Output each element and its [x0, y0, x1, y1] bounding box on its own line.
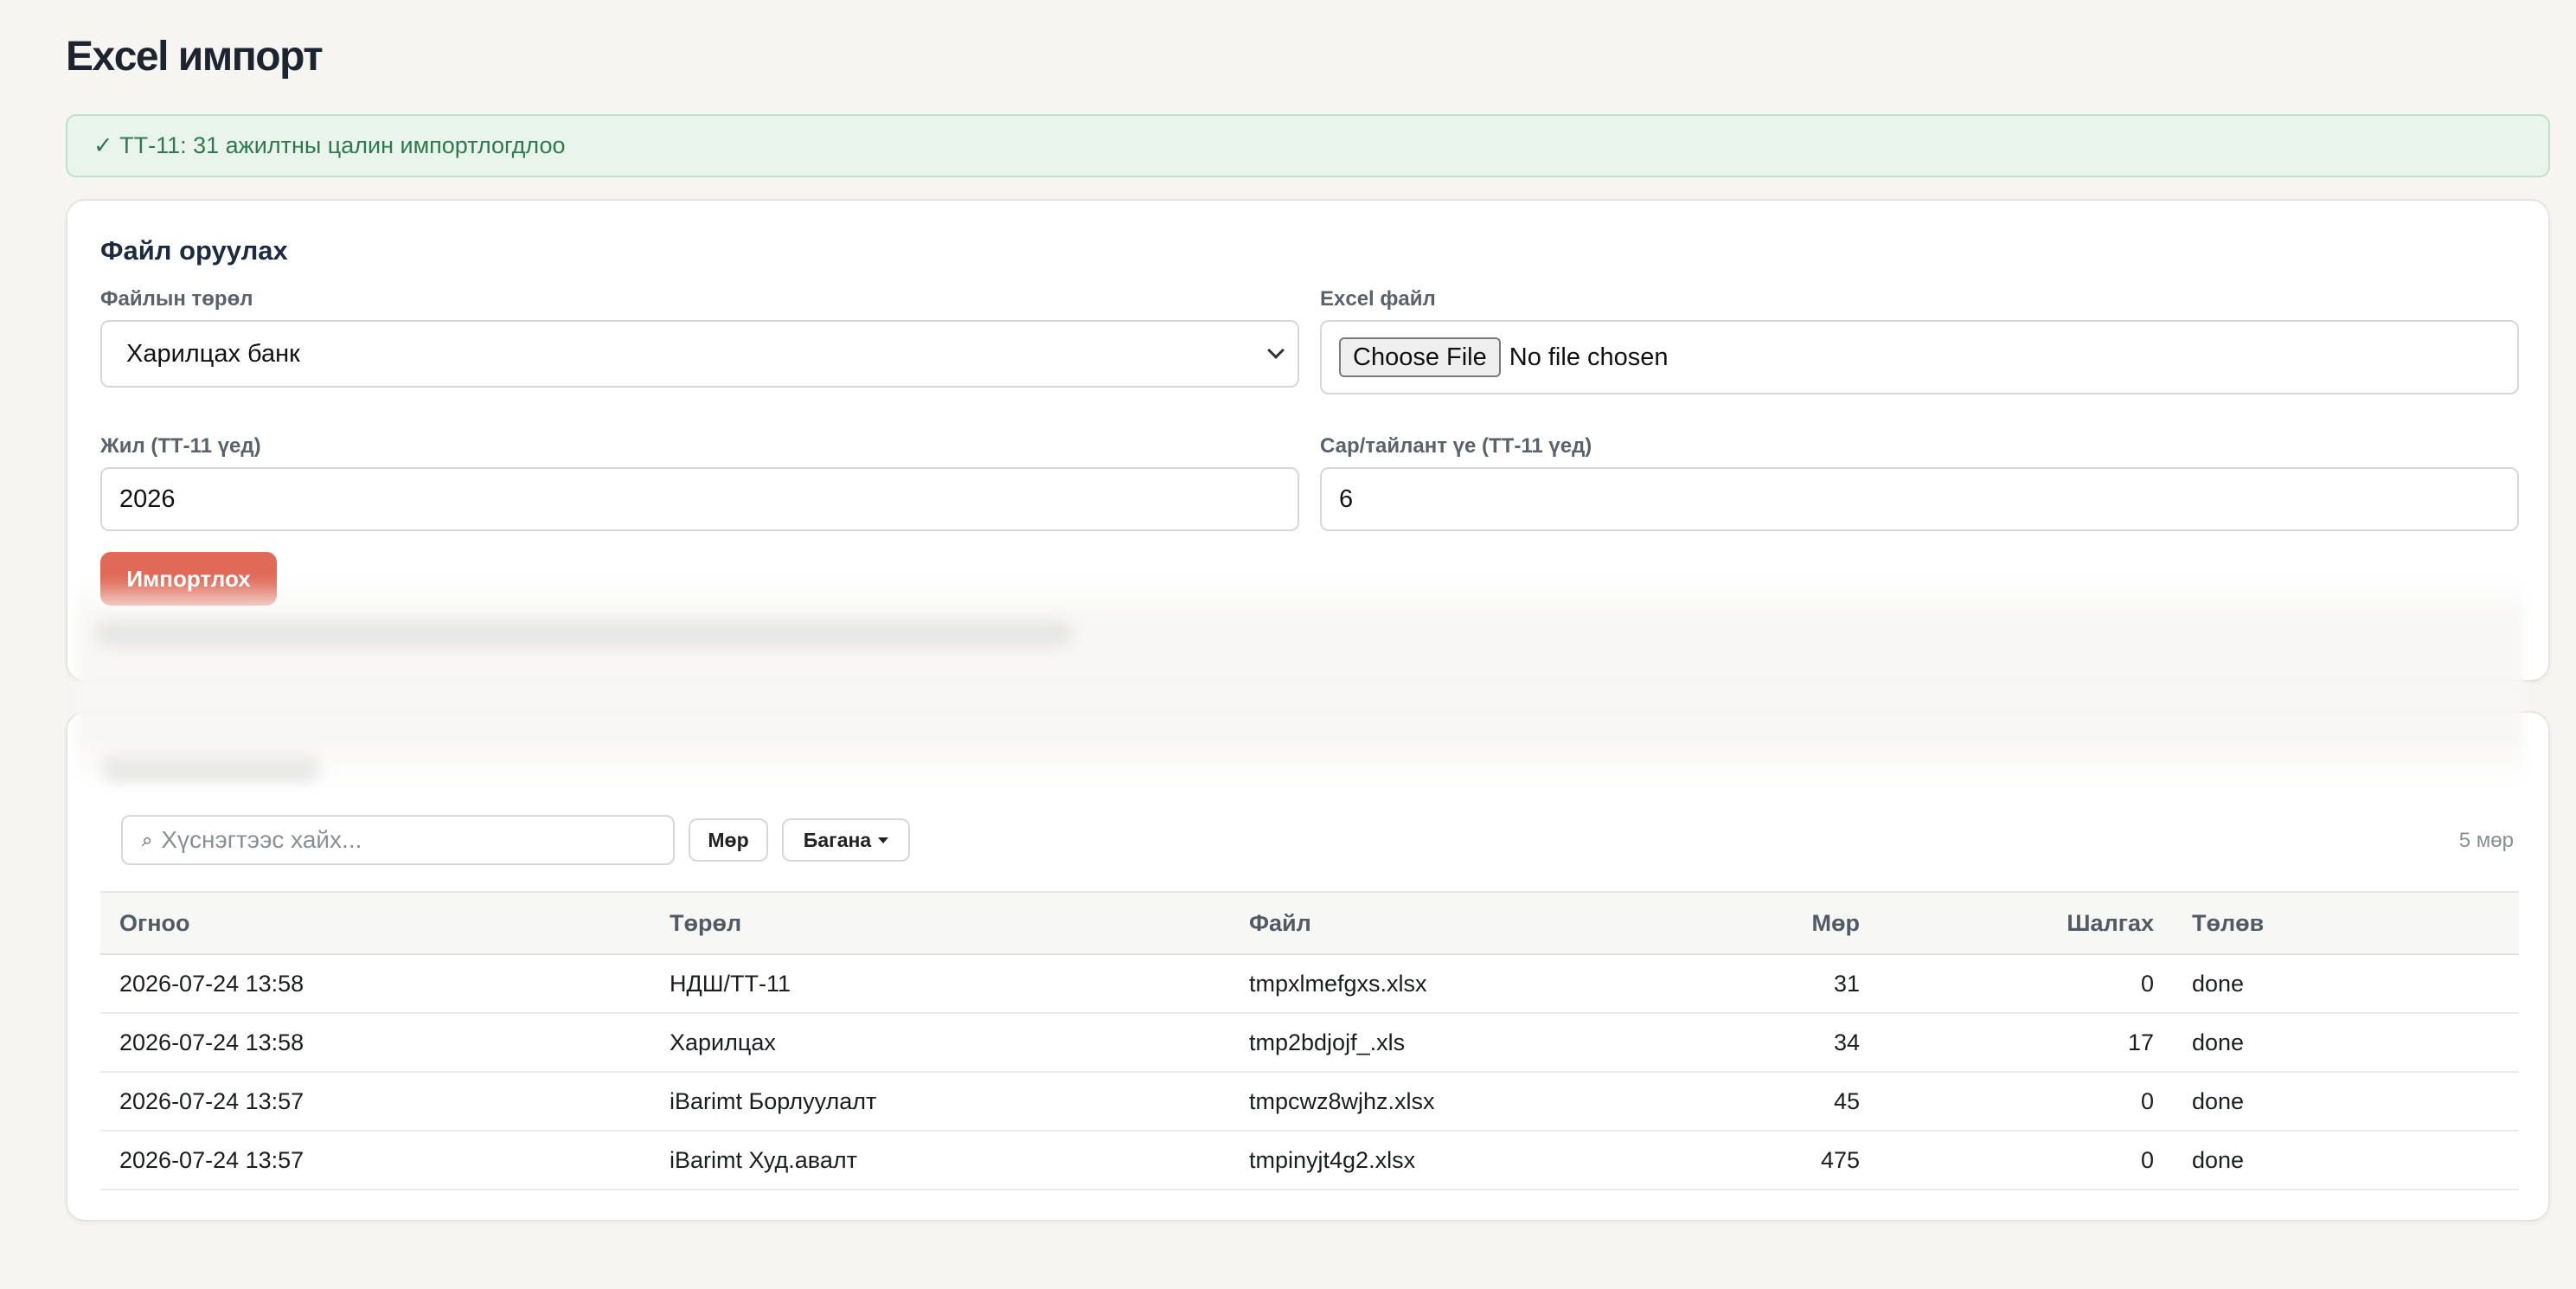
month-label: Сар/тайлант үе (ТТ-11 үед) [1320, 434, 1592, 458]
column-header-check[interactable]: Шалгах [1879, 891, 2173, 955]
columns-button[interactable]: Багана [782, 818, 910, 862]
cell-date: 2026-07-24 13:57 [100, 1131, 650, 1190]
caret-down-icon [878, 837, 889, 843]
search-icon: ⌕ [142, 829, 153, 850]
success-alert: ✓ ТТ-11: 31 ажилтны цалин импортлогдлоо [66, 114, 2550, 177]
import-history-table: Огноо Төрөл Файл Мөр Шалгах Төлөв 2026-0… [100, 891, 2519, 1190]
cell-rows: 34 [1749, 1013, 1879, 1073]
table-row[interactable]: 2026-07-24 13:57 iBarimt Борлуулалт tmpc… [100, 1072, 2519, 1132]
rows-button[interactable]: Мөр [689, 818, 768, 862]
cell-rows: 45 [1749, 1072, 1879, 1132]
table-row[interactable]: 2026-07-24 13:58 НДШ/ТТ-11 tmpxlmefgxs.x… [100, 954, 2519, 1014]
chevron-down-icon [1267, 342, 1285, 359]
search-input[interactable]: ⌕ Хүснэгтээс хайх... [121, 815, 675, 865]
blurred-text [95, 621, 1073, 647]
cell-check: 17 [1879, 1013, 2173, 1073]
blurred-region [76, 578, 2524, 786]
cell-check: 0 [1879, 1072, 2173, 1132]
cell-type: НДШ/ТТ-11 [650, 954, 1230, 1014]
month-input[interactable]: 6 [1320, 467, 2519, 531]
cell-date: 2026-07-24 13:57 [100, 1072, 650, 1132]
cell-file: tmpxlmefgxs.xlsx [1230, 954, 1749, 1014]
excel-file-label: Excel файл [1320, 287, 1436, 311]
page-title: Excel импорт [66, 34, 324, 80]
cell-rows: 31 [1749, 954, 1879, 1014]
table-row[interactable]: 2026-07-24 13:57 iBarimt Худ.авалт tmpin… [100, 1131, 2519, 1190]
excel-file-input[interactable]: Choose File No file chosen [1320, 320, 2519, 394]
rows-button-label: Мөр [708, 828, 749, 851]
cell-status: done [2173, 1072, 2519, 1132]
file-type-value: Харилцах банк [126, 339, 300, 368]
column-header-file[interactable]: Файл [1230, 891, 1749, 955]
column-header-status[interactable]: Төлөв [2173, 891, 2519, 955]
cell-date: 2026-07-24 13:58 [100, 1013, 650, 1073]
file-type-label: Файлын төрөл [100, 287, 253, 311]
cell-date: 2026-07-24 13:58 [100, 954, 650, 1014]
table-header-row: Огноо Төрөл Файл Мөр Шалгах Төлөв [100, 891, 2519, 955]
column-header-type[interactable]: Төрөл [650, 891, 1230, 955]
cell-type: iBarimt Худ.авалт [650, 1131, 1230, 1190]
year-input[interactable]: 2026 [100, 467, 1299, 531]
file-type-select[interactable]: Харилцах банк [100, 320, 1299, 388]
cell-rows: 475 [1749, 1131, 1879, 1190]
cell-status: done [2173, 1013, 2519, 1073]
column-header-date[interactable]: Огноо [100, 891, 650, 955]
cell-status: done [2173, 954, 2519, 1014]
cell-file: tmpinyjt4g2.xlsx [1230, 1131, 1749, 1190]
cell-type: iBarimt Борлуулалт [650, 1072, 1230, 1132]
cell-file: tmp2bdjojf_.xls [1230, 1013, 1749, 1073]
table-toolbar: ⌕ Хүснэгтээс хайх... Мөр Багана 5 мөр [121, 815, 2514, 865]
search-placeholder: Хүснэгтээс хайх... [161, 826, 362, 853]
row-count: 5 мөр [2458, 829, 2514, 852]
upload-card-title: Файл оруулах [100, 235, 288, 266]
cell-check: 0 [1879, 954, 2173, 1014]
alert-text: ✓ ТТ-11: 31 ажилтны цалин импортлогдлоо [93, 132, 566, 158]
choose-file-button[interactable]: Choose File [1339, 337, 1501, 377]
year-label: Жил (ТТ-11 үед) [100, 434, 261, 458]
cell-type: Харилцах [650, 1013, 1230, 1073]
no-file-text: No file chosen [1509, 343, 1669, 371]
cell-check: 0 [1879, 1131, 2173, 1190]
table-row[interactable]: 2026-07-24 13:58 Харилцах tmp2bdjojf_.xl… [100, 1013, 2519, 1073]
cell-status: done [2173, 1131, 2519, 1190]
column-header-rows[interactable]: Мөр [1749, 891, 1879, 955]
columns-button-label: Багана [803, 828, 872, 851]
history-card: ⌕ Хүснэгтээс хайх... Мөр Багана 5 мөр Ог… [66, 711, 2550, 1222]
cell-file: tmpcwz8wjhz.xlsx [1230, 1072, 1749, 1132]
